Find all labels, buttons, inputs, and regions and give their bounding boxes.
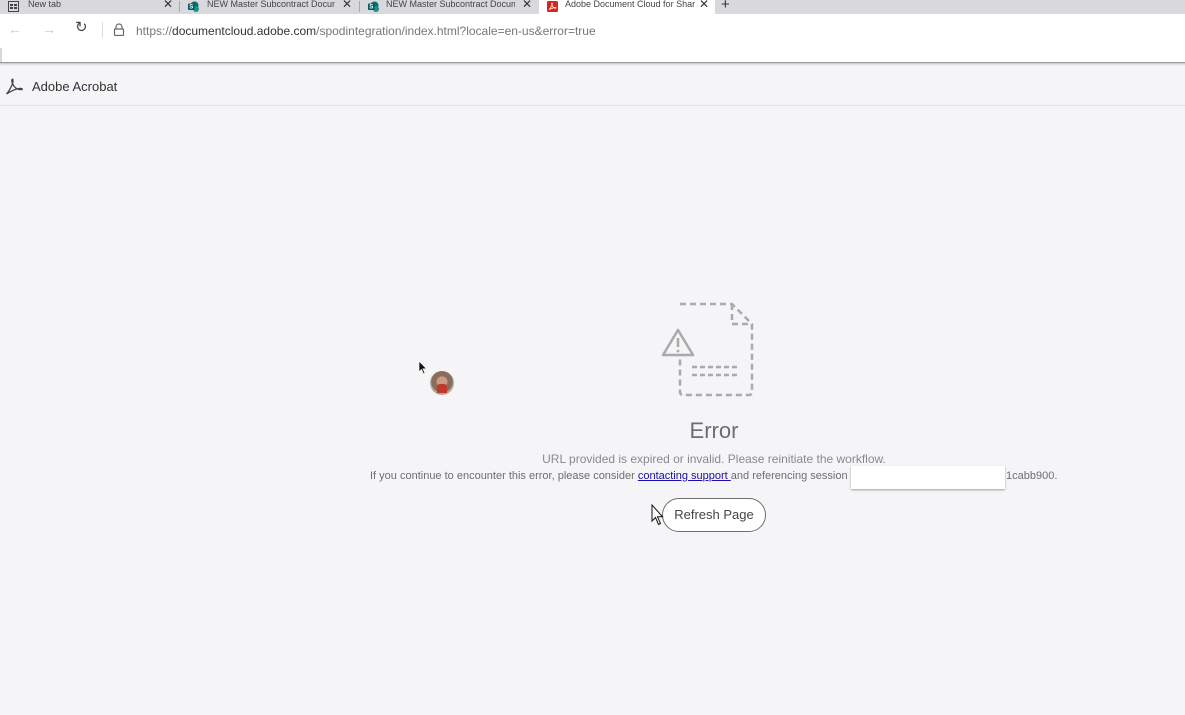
avatar: [430, 371, 454, 395]
error-help-text: If you continue to encounter this error,…: [370, 470, 848, 482]
url-scheme: https://: [136, 24, 173, 38]
sharepoint-icon: S: [368, 1, 379, 12]
help-suffix: and referencing session: [730, 470, 848, 482]
svg-text:S: S: [369, 5, 373, 11]
error-title: Error: [689, 418, 739, 443]
error-message: URL provided is expired or invalid. Plea…: [542, 452, 886, 466]
back-button[interactable]: ←: [8, 22, 22, 36]
lock-icon[interactable]: [113, 23, 125, 36]
tab-title: NEW Master Subcontract Docum: [386, 0, 515, 9]
url-field[interactable]: https://documentcloud.adobe.com/spodinte…: [136, 24, 596, 38]
url-host: documentcloud.adobe.com: [172, 24, 317, 38]
contact-support-link[interactable]: contacting support: [638, 470, 731, 482]
app-header: Adobe Acrobat: [0, 66, 1185, 106]
close-icon[interactable]: ✕: [699, 0, 709, 10]
file-error-icon: [661, 302, 754, 397]
browser-tab-subcontract-2[interactable]: S NEW Master Subcontract Docum ✕: [360, 0, 538, 14]
url-path: /spodintegration/index.html?locale=en-us…: [316, 24, 596, 38]
newtab-grid-icon: [8, 1, 19, 12]
adobe-pdf-icon: [547, 1, 558, 12]
browser-tab-new-tab[interactable]: New tab ✕: [0, 0, 178, 14]
close-icon[interactable]: ✕: [342, 0, 352, 10]
mouse-pointer-icon: [418, 360, 428, 375]
adobe-acrobat-logo-icon[interactable]: [5, 77, 25, 97]
tab-title: Adobe Document Cloud for Shar: [565, 0, 695, 9]
reload-button[interactable]: ↻: [75, 20, 88, 35]
session-id-tail: 1cabb900.: [1006, 470, 1058, 482]
svg-text:S: S: [189, 5, 193, 11]
refresh-page-button[interactable]: Refresh Page: [662, 498, 766, 532]
browser-tab-subcontract-1[interactable]: S NEW Master Subcontract Docum ✕: [180, 0, 358, 14]
browser-tab-strip: New tab ✕ S NEW Master Subcontract Docum…: [0, 0, 1185, 14]
tab-title: New tab: [28, 0, 62, 9]
mouse-pointer-icon: [651, 504, 664, 526]
app-title[interactable]: Adobe Acrobat: [32, 79, 117, 94]
browser-tab-adobe-document-cloud[interactable]: Adobe Document Cloud for Shar ✕: [539, 0, 715, 14]
forward-button[interactable]: →: [42, 22, 56, 36]
new-tab-button[interactable]: +: [721, 0, 730, 12]
sharepoint-icon: S: [188, 1, 199, 12]
address-divider: [102, 22, 103, 38]
close-icon[interactable]: ✕: [163, 0, 173, 10]
help-prefix: If you continue to encounter this error,…: [370, 470, 638, 482]
tab-title: NEW Master Subcontract Docum: [207, 0, 335, 9]
browser-address-bar: ← → ↻ https://documentcloud.adobe.com/sp…: [0, 14, 1185, 48]
close-icon[interactable]: ✕: [522, 0, 532, 10]
redacted-session-id: [851, 466, 1005, 489]
